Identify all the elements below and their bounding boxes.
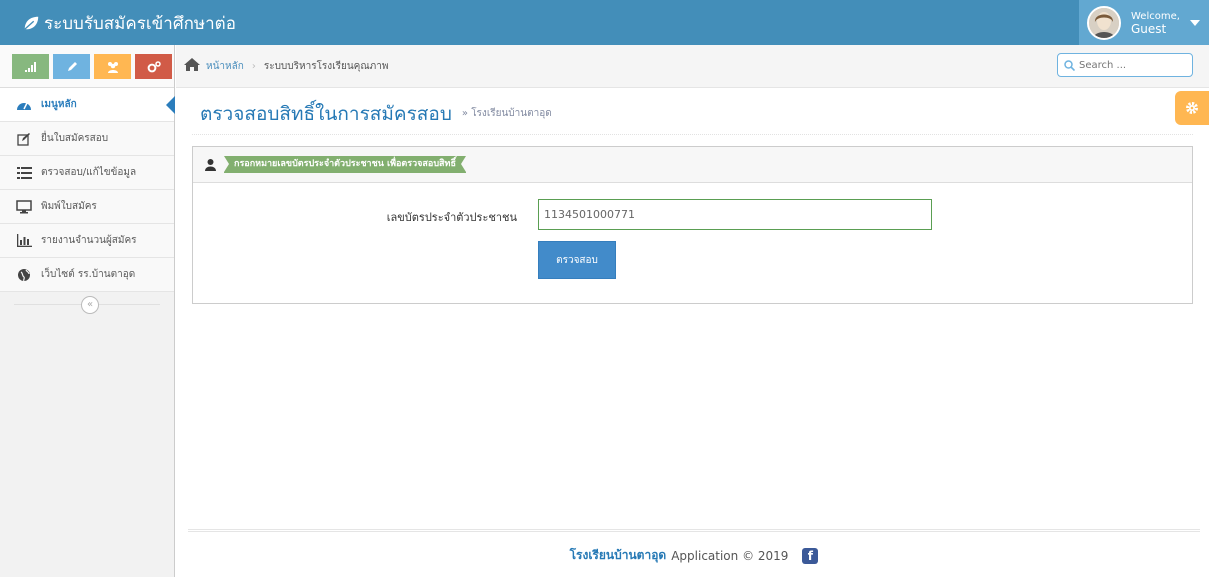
sidebar-item-print[interactable]: พิมพ์ใบสมัคร bbox=[0, 190, 174, 224]
tachometer-icon bbox=[16, 97, 32, 113]
search-box[interactable] bbox=[1057, 53, 1193, 77]
pencil-icon bbox=[67, 61, 77, 71]
check-rights-widget: กรอกหมายเลขบัตรประจำตัวประชาชน เพื่อตรวจ… bbox=[192, 146, 1193, 304]
user-menu[interactable]: Welcome, Guest bbox=[1079, 0, 1209, 45]
sidebar-item-label: รายงานจำนวนผู้สมัคร bbox=[41, 235, 137, 246]
home-icon[interactable] bbox=[184, 58, 200, 74]
search-input[interactable] bbox=[1079, 59, 1189, 71]
shortcut-stats-button[interactable] bbox=[12, 54, 49, 79]
sidebar: เมนูหลัก ยื่นใบสมัครสอบ ตรวจสอบ/แก้ไขข้อ… bbox=[0, 45, 175, 577]
signal-icon bbox=[24, 61, 36, 72]
cogs-icon bbox=[147, 60, 161, 72]
bar-chart-icon bbox=[16, 233, 32, 249]
page-title: ตรวจสอบสิทธิ์ในการสมัครสอบ bbox=[200, 102, 452, 125]
user-icon bbox=[205, 158, 216, 171]
shortcut-edit-button[interactable] bbox=[53, 54, 90, 79]
footer-school-name: โรงเรียนบ้านตาอุด bbox=[569, 548, 667, 562]
leaf-icon bbox=[24, 16, 39, 30]
sidebar-item-label: ตรวจสอบ/แก้ไขข้อมูล bbox=[41, 167, 137, 178]
user-avatar-icon bbox=[1089, 7, 1119, 38]
caret-down-icon bbox=[1189, 19, 1200, 26]
page-header: ตรวจสอบสิทธิ์ในการสมัครสอบ » โรงเรียนบ้า… bbox=[192, 93, 1193, 135]
id-form-row: เลขบัตรประจำตัวประชาชน bbox=[193, 199, 1192, 231]
user-name: Guest bbox=[1131, 21, 1167, 36]
breadcrumb-current: ระบบบริหารโรงเรียนคุณภาพ bbox=[263, 60, 389, 72]
avatar bbox=[1087, 5, 1121, 40]
search-icon bbox=[1064, 59, 1075, 71]
brand[interactable]: ระบบรับสมัครเข้าศึกษาต่อ bbox=[22, 11, 236, 35]
sidebar-item-label: เมนูหลัก bbox=[41, 99, 77, 110]
welcome-label: Welcome, bbox=[1131, 10, 1180, 22]
breadcrumb-separator: › bbox=[251, 60, 256, 72]
footer-copyright: Application © 2019 bbox=[671, 548, 789, 563]
page-subtitle: » โรงเรียนบ้านตาอุด bbox=[461, 108, 552, 119]
sidebar-item-report[interactable]: รายงานจำนวนผู้สมัคร bbox=[0, 224, 174, 258]
sidebar-item-label: พิมพ์ใบสมัคร bbox=[41, 201, 97, 212]
sidebar-shortcuts bbox=[0, 45, 174, 88]
sidebar-collapse-button[interactable]: « bbox=[81, 296, 99, 314]
shortcut-settings-button[interactable] bbox=[135, 54, 172, 79]
sidebar-item-main-menu[interactable]: เมนูหลัก bbox=[0, 88, 175, 122]
id-field-label: เลขบัตรประจำตัวประชาชน bbox=[386, 211, 517, 224]
shortcut-users-button[interactable] bbox=[94, 54, 131, 79]
widget-header: กรอกหมายเลขบัตรประจำตัวประชาชน เพื่อตรวจ… bbox=[193, 147, 1192, 183]
facebook-icon[interactable]: f bbox=[802, 547, 819, 564]
citizen-id-input[interactable] bbox=[538, 199, 932, 230]
breadcrumb: หน้าหลัก › ระบบบริหารโรงเรียนคุณภาพ bbox=[176, 45, 1209, 88]
users-icon bbox=[107, 61, 118, 73]
sidebar-item-check-edit[interactable]: ตรวจสอบ/แก้ไขข้อมูล bbox=[0, 156, 174, 190]
sidebar-item-apply[interactable]: ยื่นใบสมัครสอบ bbox=[0, 122, 174, 156]
edit-icon bbox=[16, 131, 32, 147]
sidebar-item-label: เว็บไซต์ รร.บ้านตาอุด bbox=[41, 269, 136, 280]
app-title: ระบบรับสมัครเข้าศึกษาต่อ bbox=[44, 13, 236, 34]
breadcrumb-home-link[interactable]: หน้าหลัก bbox=[206, 59, 244, 74]
sidebar-item-website[interactable]: เว็บไซต์ รร.บ้านตาอุด bbox=[0, 258, 174, 292]
sidebar-item-label: ยื่นใบสมัครสอบ bbox=[41, 133, 109, 144]
footer: โรงเรียนบ้านตาอุด Application © 2019 f bbox=[188, 529, 1200, 577]
desktop-icon bbox=[16, 199, 32, 215]
list-icon bbox=[16, 165, 32, 181]
globe-icon bbox=[16, 267, 32, 283]
check-button[interactable]: ตรวจสอบ bbox=[538, 241, 616, 279]
navbar: ระบบรับสมัครเข้าศึกษาต่อ Welcome, Guest bbox=[0, 0, 1209, 45]
widget-ribbon-label: กรอกหมายเลขบัตรประจำตัวประชาชน เพื่อตรวจ… bbox=[224, 156, 466, 173]
welcome-text: Welcome, Guest bbox=[1131, 11, 1180, 35]
sidebar-collapse-row: « bbox=[0, 292, 174, 318]
